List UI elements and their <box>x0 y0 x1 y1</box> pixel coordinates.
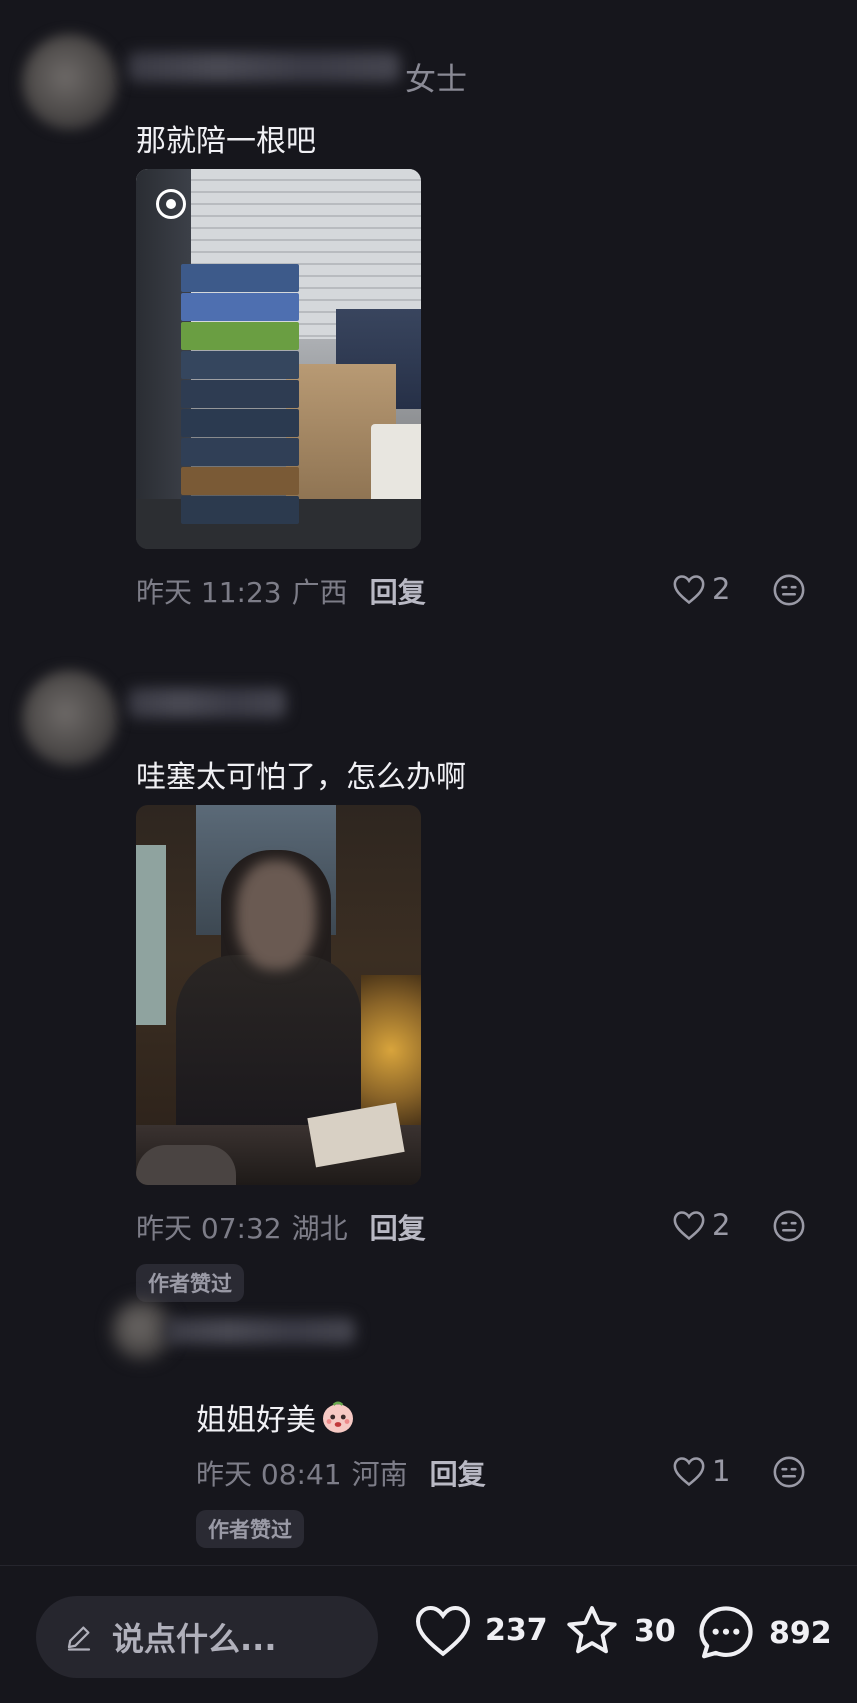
comment-input-placeholder: 说点什么... <box>112 1620 277 1658</box>
reply-button[interactable]: 回复 <box>370 571 426 611</box>
like-button[interactable]: 1 <box>672 1454 730 1488</box>
comment-photo[interactable] <box>136 169 421 549</box>
username-blurred[interactable] <box>165 1318 355 1344</box>
reply-button[interactable]: 回复 <box>430 1453 486 1493</box>
like-count: 1 <box>712 1454 731 1488</box>
reply-text[interactable]: 姐姐好美 <box>196 1395 356 1439</box>
pencil-icon <box>67 1626 91 1651</box>
heart-icon <box>673 575 705 605</box>
comment-input[interactable]: 说点什么... <box>36 1596 378 1678</box>
avatar[interactable] <box>22 34 118 130</box>
heart-icon <box>673 1457 705 1487</box>
emoji-reaction-icon[interactable] <box>772 1209 806 1243</box>
comment-location: 湖北 <box>291 1212 348 1245</box>
comment-meta: 昨天 07:32 湖北 回复 <box>136 1207 426 1247</box>
like-post-button[interactable]: 237 <box>413 1602 548 1658</box>
reply-location: 河南 <box>351 1458 408 1491</box>
author-liked-badge: 作者赞过 <box>196 1510 304 1548</box>
comment-time: 昨天 07:32 <box>136 1212 282 1245</box>
comment-photo[interactable] <box>136 805 421 1185</box>
reply-button[interactable]: 回复 <box>370 1207 426 1247</box>
avatar[interactable] <box>22 670 118 766</box>
comment-time: 昨天 11:23 <box>136 576 282 609</box>
reply-time: 昨天 08:41 <box>196 1458 342 1491</box>
emoji-reaction-icon[interactable] <box>772 1455 806 1489</box>
like-post-count: 237 <box>485 1612 548 1648</box>
comment-location: 广西 <box>291 576 348 609</box>
author-liked-badge: 作者赞过 <box>136 1264 244 1302</box>
chat-bubble-icon <box>699 1606 753 1659</box>
like-button[interactable]: 2 <box>672 572 730 606</box>
bottom-action-bar: 说点什么... 237 30 892 <box>0 1566 857 1703</box>
star-icon <box>567 1606 617 1654</box>
reply-text-content: 姐姐好美 <box>196 1403 316 1438</box>
avatar[interactable] <box>112 1300 172 1360</box>
blushing-face-emoji-icon <box>323 1401 353 1433</box>
heart-icon <box>673 1211 705 1241</box>
heart-icon <box>415 1605 471 1657</box>
live-photo-icon <box>156 189 186 219</box>
username-blurred[interactable] <box>128 688 286 718</box>
username-blurred[interactable] <box>128 52 400 82</box>
like-button[interactable]: 2 <box>672 1208 730 1242</box>
comments-count: 892 <box>769 1615 832 1651</box>
favorite-button[interactable]: 30 <box>562 1602 676 1660</box>
comments-page: 女士 那就陪一根吧 昨天 11:23 广西 回复 2 哇塞太可怕了，怎么办啊 昨… <box>0 0 857 1703</box>
comment-text[interactable]: 那就陪一根吧 <box>136 116 316 160</box>
like-count: 2 <box>712 1208 731 1242</box>
emoji-reaction-icon[interactable] <box>772 573 806 607</box>
comments-button[interactable]: 892 <box>695 1602 832 1664</box>
like-count: 2 <box>712 572 731 606</box>
username-suffix[interactable]: 女士 <box>405 54 467 99</box>
favorite-count: 30 <box>634 1613 676 1649</box>
comment-meta: 昨天 11:23 广西 回复 <box>136 571 426 611</box>
comment-text[interactable]: 哇塞太可怕了，怎么办啊 <box>136 752 466 796</box>
reply-meta: 昨天 08:41 河南 回复 <box>196 1453 486 1493</box>
